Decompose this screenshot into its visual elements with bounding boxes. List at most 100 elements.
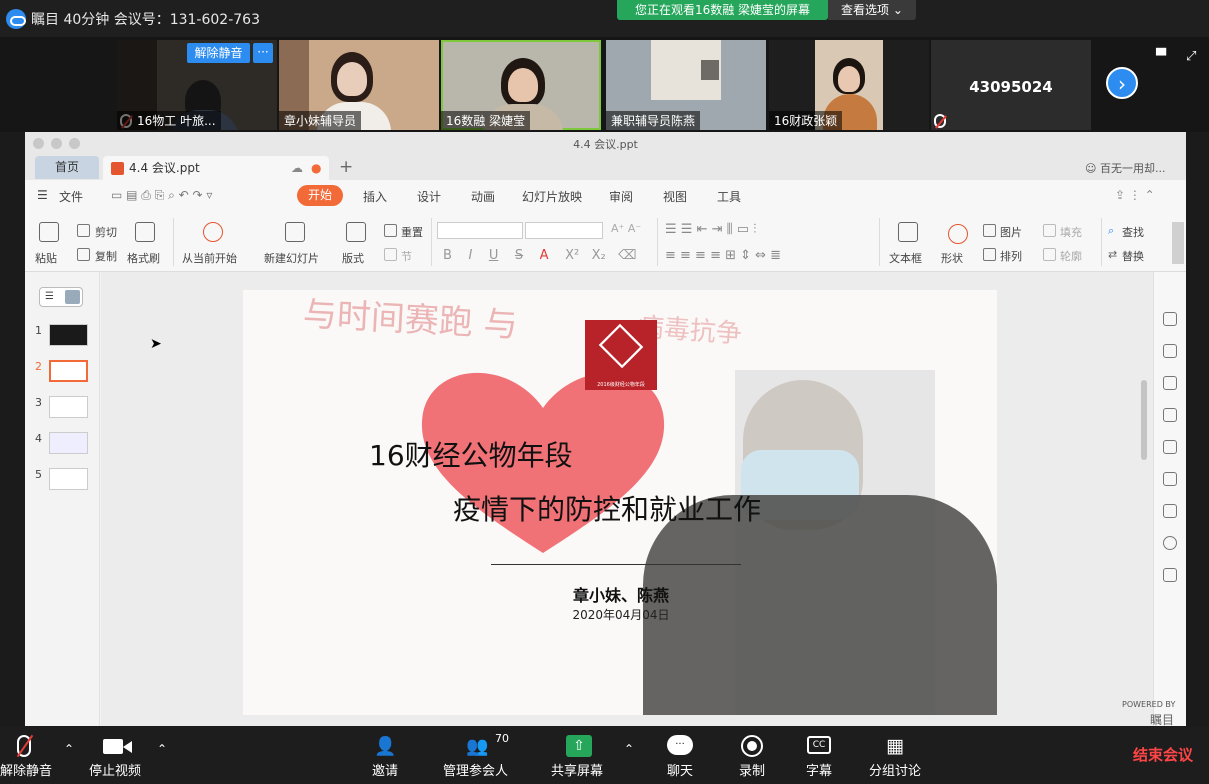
section-icon[interactable] <box>384 248 397 261</box>
cut-label[interactable]: 剪切 <box>95 224 117 240</box>
fullscreen-icon[interactable]: ⤢ <box>1186 49 1196 64</box>
captions-button[interactable]: 字幕 <box>806 760 832 779</box>
record-icon[interactable] <box>741 735 763 757</box>
menu-insert[interactable]: 插入 <box>363 188 387 205</box>
outline-label[interactable]: 轮廓 <box>1060 248 1082 264</box>
cut-icon[interactable] <box>77 224 90 237</box>
layout-icon[interactable]: ▀ <box>1156 49 1166 64</box>
toolbar-quick-icons[interactable]: ▭ ▤ ⎙ ⎘ ⌕ ↶ ↷ ▿ <box>111 188 212 203</box>
from-current-label[interactable]: 从当前开始 <box>182 250 237 266</box>
menu-design[interactable]: 设计 <box>417 188 441 205</box>
animation-icon[interactable] <box>1163 408 1177 422</box>
copy-icon[interactable] <box>77 248 90 261</box>
end-meeting-button[interactable]: 结束会议 <box>1133 744 1193 765</box>
find-label[interactable]: 查找 <box>1122 224 1144 240</box>
format-painter-icon[interactable] <box>135 222 155 242</box>
replace-icon[interactable]: ⇄ <box>1108 248 1117 261</box>
reset-label[interactable]: 重置 <box>401 224 423 240</box>
chevron-up-icon[interactable]: ⌃ <box>624 742 634 756</box>
menu-start[interactable]: 开始 <box>297 185 343 206</box>
textbox-icon[interactable] <box>898 222 918 242</box>
menu-slideshow[interactable]: 幻灯片放映 <box>522 188 582 205</box>
share-icon[interactable]: ⇪ ⋮ ⌃ <box>1115 188 1155 202</box>
tab-file[interactable]: 4.4 会议.ppt ☁ ● <box>103 156 329 180</box>
chevron-up-icon[interactable]: ⌃ <box>157 742 167 756</box>
copy-label[interactable]: 复制 <box>95 248 117 264</box>
paste-icon[interactable] <box>39 222 59 242</box>
shape-icon[interactable] <box>948 224 968 244</box>
tab-home[interactable]: 首页 <box>35 156 99 179</box>
add-tab-icon[interactable]: + <box>339 157 353 177</box>
section-label[interactable]: 节 <box>401 248 412 264</box>
menu-file[interactable]: 文件 <box>59 188 83 205</box>
layout-icon[interactable] <box>346 222 366 242</box>
search-icon[interactable]: ⌕ <box>1108 224 1114 238</box>
outline-icon[interactable] <box>1043 248 1056 261</box>
textbox-label[interactable]: 文本框 <box>889 250 922 266</box>
video-tile[interactable]: 兼职辅导员陈燕 <box>606 40 766 130</box>
text-format-icons[interactable]: B I U S A X² X₂ ⌫ <box>443 248 637 263</box>
hamburger-icon[interactable]: ☰ <box>37 188 48 202</box>
settings-sliders-icon[interactable] <box>1163 504 1177 518</box>
video-tile[interactable]: 章小妹辅导员 <box>279 40 439 130</box>
captions-icon[interactable]: CC <box>807 736 831 754</box>
list-indent-icons[interactable]: ☰ ☰ ⇤ ⇥ ⫼ ▭ ⫶ <box>665 222 756 237</box>
fill-icon[interactable] <box>1043 224 1056 237</box>
new-slide-icon[interactable] <box>285 222 305 242</box>
participants-icon[interactable]: 👥 <box>466 736 488 757</box>
slide-thumbnail[interactable] <box>49 324 88 346</box>
font-family-select[interactable] <box>437 222 523 239</box>
ribbon-scroll-handle[interactable] <box>1172 222 1184 264</box>
template-icon[interactable] <box>1163 440 1177 454</box>
slide-thumbnail-selected[interactable] <box>49 360 88 382</box>
align-icons[interactable]: ≡ ≡ ≡ ≡ ⊞ ⇕ ⇔ ≣ <box>665 248 781 263</box>
tile-unmute-button[interactable]: 解除静音 <box>187 43 250 63</box>
play-icon[interactable] <box>203 222 223 242</box>
view-options-button[interactable]: 查看选项 ⌄ <box>828 0 916 20</box>
tile-more-button[interactable]: ··· <box>253 43 273 63</box>
slide-thumbnail[interactable] <box>49 432 88 454</box>
replace-label[interactable]: 替换 <box>1122 248 1144 264</box>
video-camera-icon[interactable] <box>103 739 123 754</box>
grid-view-icon[interactable] <box>65 290 80 304</box>
video-tile[interactable]: 43095024 <box>931 40 1091 130</box>
video-tile[interactable]: 16财政张颖 <box>769 40 929 130</box>
font-grow-shrink-icon[interactable]: A⁺ A⁻ <box>611 222 641 235</box>
menu-review[interactable]: 审阅 <box>609 188 633 205</box>
chat-button[interactable]: 聊天 <box>667 760 693 779</box>
current-slide[interactable]: 与时间赛跑 与 病毒抗争 2016级财经公物年段 16财经公物年段 疫情下的防控… <box>243 290 997 715</box>
stop-video-button[interactable]: 停止视频 <box>89 760 141 779</box>
list-view-icon[interactable]: ☰ <box>45 291 54 302</box>
invite-button[interactable]: 邀请 <box>372 760 398 779</box>
invite-icon[interactable]: 👤 <box>374 736 396 758</box>
slide-thumbnail[interactable] <box>49 468 88 490</box>
unmute-button[interactable]: 解除静音 <box>0 760 52 779</box>
slide-thumbnail[interactable] <box>49 396 88 418</box>
menu-view[interactable]: 视图 <box>663 188 687 205</box>
format-painter-label[interactable]: 格式刷 <box>127 250 160 266</box>
vertical-scrollbar[interactable] <box>1139 280 1149 720</box>
manage-participants-button[interactable]: 管理参会人 <box>443 760 508 779</box>
fill-label[interactable]: 填充 <box>1060 224 1082 240</box>
menu-tools[interactable]: 工具 <box>717 188 741 205</box>
scroll-thumb[interactable] <box>1141 380 1147 460</box>
share-screen-button[interactable]: 共享屏幕 <box>551 760 603 779</box>
pin-icon[interactable] <box>1163 472 1177 486</box>
arrange-icon[interactable] <box>983 248 996 261</box>
style-icon[interactable] <box>1163 312 1177 326</box>
image-icon[interactable] <box>1163 568 1177 582</box>
history-icon[interactable] <box>1163 536 1177 550</box>
breakout-button[interactable]: 分组讨论 <box>869 760 921 779</box>
picture-label[interactable]: 图片 <box>1000 224 1022 240</box>
record-button[interactable]: 录制 <box>739 760 765 779</box>
paste-label[interactable]: 粘贴 <box>35 250 57 266</box>
reset-icon[interactable] <box>384 224 397 237</box>
font-size-select[interactable] <box>525 222 603 239</box>
picture-icon[interactable] <box>983 224 996 237</box>
arrange-label[interactable]: 排列 <box>1000 248 1022 264</box>
effects-icon[interactable] <box>1163 376 1177 390</box>
view-toggle[interactable]: ☰ <box>39 287 83 307</box>
share-screen-icon[interactable]: ⇧ <box>566 735 592 757</box>
shape-label[interactable]: 形状 <box>941 250 963 266</box>
next-page-icon[interactable]: › <box>1106 67 1138 99</box>
